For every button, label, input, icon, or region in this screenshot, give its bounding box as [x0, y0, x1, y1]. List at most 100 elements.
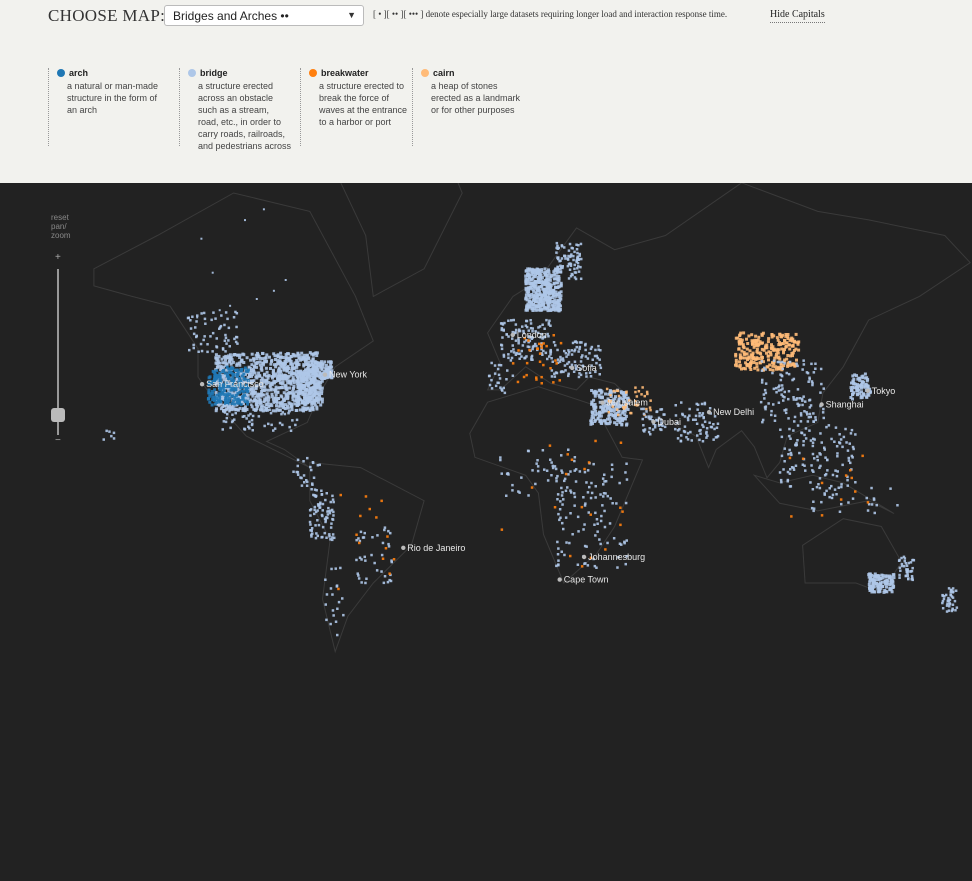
map-point: [605, 422, 609, 426]
map-point: [864, 382, 868, 386]
map-point: [381, 557, 385, 560]
map-point: [750, 341, 754, 345]
map-point: [558, 518, 561, 522]
map-point: [212, 311, 215, 314]
map-point: [570, 349, 573, 352]
hide-capitals-link[interactable]: Hide Capitals: [770, 9, 825, 23]
map-point: [826, 469, 829, 472]
map-point: [781, 360, 784, 364]
map-point: [309, 523, 312, 526]
map-point: [780, 384, 784, 387]
world-map[interactable]: London Sofia Jerusalem Dubai New Delhi Shangh…: [0, 183, 972, 881]
map-point: [487, 374, 491, 378]
map-point: [795, 362, 798, 365]
map-point: [226, 412, 229, 416]
map-point: [783, 447, 786, 450]
map-point: [195, 334, 198, 338]
map-point: [328, 533, 331, 536]
map-point: [649, 399, 652, 402]
map-point: [262, 208, 265, 211]
map-point: [529, 322, 533, 325]
map-point: [590, 414, 594, 418]
zoom-in-icon[interactable]: +: [55, 252, 61, 263]
map-point: [524, 296, 528, 300]
map-point: [835, 493, 838, 496]
map-point: [536, 459, 539, 462]
map-point: [556, 278, 560, 282]
reset-zoom-button[interactable]: reset pan/ zoom: [51, 213, 71, 240]
map-point: [355, 558, 358, 562]
map-point: [742, 350, 746, 354]
map-point: [296, 375, 300, 379]
map-point: [549, 458, 552, 461]
map-point: [371, 536, 374, 539]
map-point: [236, 353, 240, 357]
map-point: [584, 562, 587, 565]
map-point: [538, 293, 542, 297]
map-point: [329, 526, 333, 529]
map-point: [747, 334, 751, 338]
map-point: [808, 399, 811, 402]
map-point: [767, 402, 770, 405]
map-point: [646, 392, 649, 396]
map-point: [879, 584, 883, 588]
map-point: [780, 454, 784, 458]
map-point: [281, 382, 285, 386]
map-point: [311, 353, 315, 357]
map-point: [548, 319, 551, 322]
map-canvas[interactable]: London Sofia Jerusalem Dubai New Delhi Shangh…: [0, 183, 972, 881]
map-select[interactable]: Bridges and Arches •• ▼: [164, 5, 364, 26]
map-point: [739, 355, 743, 359]
map-point: [212, 397, 216, 401]
map-point: [330, 508, 334, 512]
map-point: [302, 460, 305, 463]
map-point: [615, 502, 618, 505]
map-point: [872, 498, 876, 501]
map-point: [578, 252, 581, 256]
map-point: [295, 470, 298, 474]
map-point: [885, 585, 888, 589]
map-point: [820, 481, 824, 485]
map-point: [583, 523, 586, 526]
map-point: [286, 365, 290, 369]
map-point: [801, 399, 804, 402]
zoom-slider-handle[interactable]: [51, 407, 65, 422]
map-point: [243, 366, 247, 370]
map-point: [531, 287, 535, 291]
map-point: [207, 391, 211, 395]
map-point: [234, 310, 237, 314]
map-point: [277, 405, 281, 408]
map-point: [583, 470, 587, 474]
map-point: [289, 405, 293, 409]
map-point: [263, 424, 266, 428]
map-point: [355, 533, 358, 536]
map-point: [674, 404, 677, 407]
map-point: [214, 317, 217, 320]
map-point: [329, 622, 332, 626]
map-point: [272, 388, 276, 392]
map-point: [561, 491, 564, 494]
map-point: [942, 597, 946, 601]
map-point: [573, 267, 576, 271]
map-point: [808, 376, 811, 379]
map-point: [641, 417, 644, 421]
map-point: [556, 498, 559, 501]
capital-label: Jerusalem: [606, 398, 648, 408]
map-point: [794, 347, 798, 351]
map-point: [496, 381, 499, 384]
map-point: [593, 523, 596, 526]
map-point: [253, 371, 257, 375]
map-point: [251, 429, 254, 432]
map-point: [655, 410, 658, 414]
map-point: [383, 575, 387, 578]
map-point: [242, 372, 246, 376]
map-point: [564, 489, 568, 492]
zoom-out-icon[interactable]: −: [55, 435, 61, 446]
map-point: [512, 351, 516, 354]
map-point: [763, 397, 766, 400]
map-point: [780, 347, 784, 351]
map-point: [543, 290, 547, 294]
map-point: [289, 429, 293, 432]
map-point: [870, 590, 874, 594]
map-point: [525, 304, 529, 308]
